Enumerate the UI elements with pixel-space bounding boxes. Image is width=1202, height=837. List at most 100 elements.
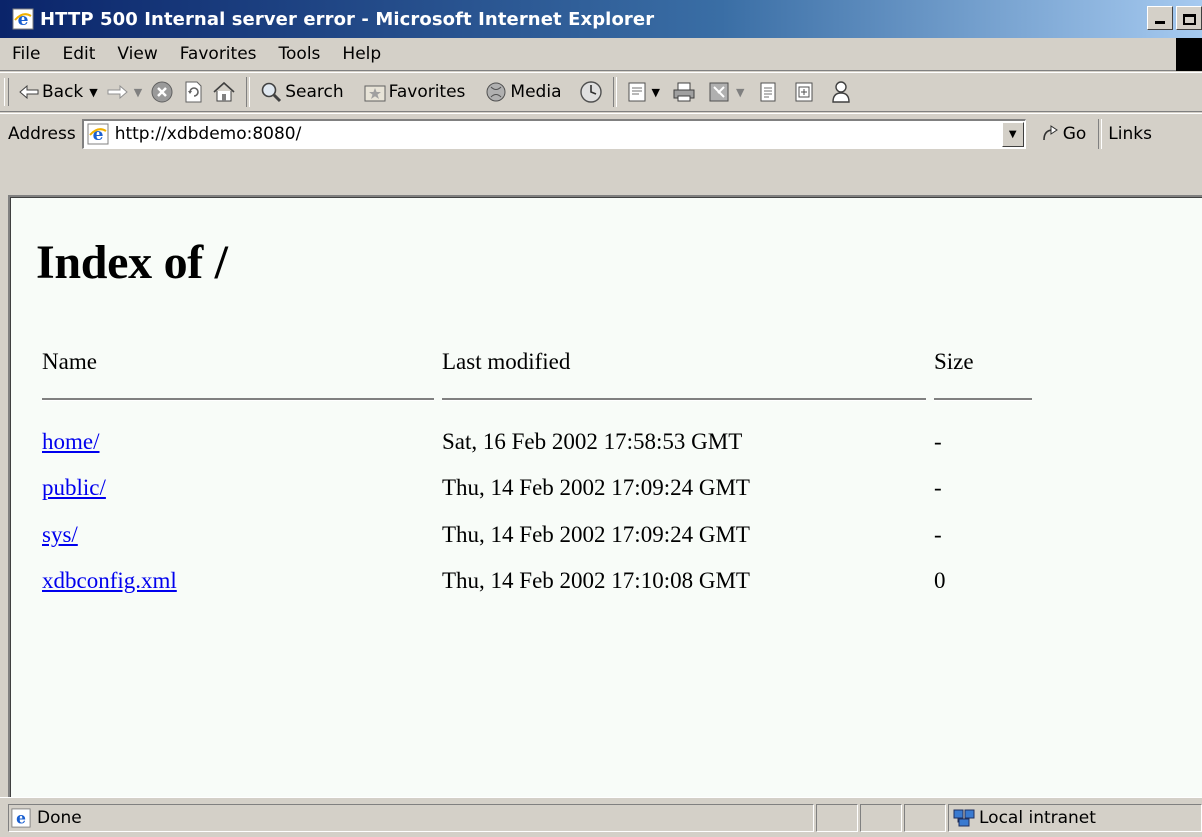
toolbar-grip[interactable] bbox=[4, 78, 9, 106]
favorites-button[interactable]: Favorites bbox=[360, 77, 470, 107]
maximize-icon bbox=[1182, 14, 1196, 25]
go-arrow-icon bbox=[1042, 124, 1058, 140]
toolbar-separator bbox=[246, 77, 251, 107]
links-button[interactable]: Links bbox=[1108, 124, 1152, 144]
search-button[interactable]: Search bbox=[256, 77, 347, 107]
back-button[interactable]: Back ▼ bbox=[15, 77, 102, 107]
links-separator bbox=[1098, 118, 1103, 149]
print-icon bbox=[673, 82, 695, 102]
forward-arrow-icon bbox=[107, 85, 128, 99]
messenger-icon bbox=[832, 81, 851, 103]
go-label: Go bbox=[1062, 123, 1087, 144]
favorites-label: Favorites bbox=[388, 82, 466, 102]
status-main-pane: e Done bbox=[8, 803, 814, 832]
file-link[interactable]: xdbconfig.xml bbox=[42, 568, 177, 593]
row-size: - bbox=[934, 429, 942, 454]
chevron-down-icon: ▼ bbox=[1008, 128, 1017, 140]
edit-dropdown-icon[interactable]: ▼ bbox=[736, 86, 744, 99]
mail-icon bbox=[628, 82, 646, 102]
svg-text:e: e bbox=[16, 808, 26, 827]
messenger-button[interactable] bbox=[826, 77, 856, 107]
mail-button[interactable]: ▼ bbox=[623, 77, 663, 107]
forward-dropdown-icon[interactable]: ▼ bbox=[134, 86, 142, 99]
discuss-icon bbox=[760, 82, 776, 102]
table-row: public/ bbox=[42, 475, 106, 501]
address-bar: Address e http://xdbdemo:8080/ ▼ Go Link… bbox=[0, 113, 1202, 153]
page-viewport[interactable]: Index of / Name Last modified Size home/… bbox=[8, 195, 1202, 797]
window-title-bar[interactable]: e HTTP 500 Internal server error - Micro… bbox=[0, 0, 1202, 38]
mail-dropdown-icon[interactable]: ▼ bbox=[651, 86, 659, 99]
file-link[interactable]: home/ bbox=[42, 429, 100, 454]
refresh-icon bbox=[185, 81, 202, 103]
search-label: Search bbox=[285, 82, 344, 102]
media-label: Media bbox=[510, 82, 562, 102]
go-button[interactable]: Go bbox=[1040, 123, 1087, 144]
header-rule bbox=[42, 398, 434, 401]
ie-logo-icon: e bbox=[12, 8, 34, 30]
research-button[interactable] bbox=[790, 77, 818, 107]
stop-button[interactable] bbox=[146, 77, 178, 107]
print-button[interactable] bbox=[668, 77, 700, 107]
menu-tools[interactable]: Tools bbox=[268, 44, 332, 64]
forward-button[interactable]: ▼ bbox=[102, 77, 146, 107]
column-header-name: Name bbox=[42, 349, 97, 374]
stop-icon bbox=[151, 81, 173, 103]
status-zone-pane[interactable]: Local intranet bbox=[948, 803, 1202, 832]
back-label: Back bbox=[42, 82, 84, 102]
address-input[interactable]: e http://xdbdemo:8080/ ▼ bbox=[81, 118, 1026, 149]
discuss-button[interactable] bbox=[754, 77, 782, 107]
ie-page-icon: e bbox=[11, 808, 31, 828]
ie-page-icon: e bbox=[87, 123, 109, 145]
research-icon bbox=[795, 82, 813, 102]
search-icon bbox=[261, 82, 282, 103]
menu-favorites[interactable]: Favorites bbox=[169, 44, 268, 64]
row-size: - bbox=[934, 522, 942, 547]
address-url[interactable]: http://xdbdemo:8080/ bbox=[115, 124, 302, 144]
media-icon bbox=[486, 82, 506, 102]
directory-listing: Index of / Name Last modified Size home/… bbox=[10, 197, 1202, 797]
table-row: sys/ bbox=[42, 522, 78, 548]
throbber-logo bbox=[1176, 38, 1202, 71]
maximize-button[interactable] bbox=[1176, 6, 1202, 30]
history-button[interactable] bbox=[575, 77, 607, 107]
menu-bar: File Edit View Favorites Tools Help bbox=[0, 38, 1202, 71]
row-size: 0 bbox=[934, 568, 946, 593]
menu-view[interactable]: View bbox=[106, 44, 168, 64]
menu-help[interactable]: Help bbox=[331, 44, 392, 64]
menu-file[interactable]: File bbox=[0, 44, 51, 64]
standard-toolbar: Back ▼ ▼ Search Favorites Media ▼ ▼ bbox=[0, 72, 1202, 112]
local-intranet-icon bbox=[953, 809, 975, 826]
back-dropdown-icon[interactable]: ▼ bbox=[89, 86, 97, 99]
window-title: HTTP 500 Internal server error - Microso… bbox=[40, 8, 655, 30]
minimize-button[interactable] bbox=[1147, 6, 1173, 30]
status-bar: e Done Local intranet bbox=[0, 797, 1202, 837]
svg-text:e: e bbox=[18, 10, 29, 30]
svg-text:e: e bbox=[92, 125, 103, 145]
table-row: xdbconfig.xml bbox=[42, 568, 177, 594]
edit-button[interactable]: ▼ bbox=[704, 77, 748, 107]
row-modified: Thu, 14 Feb 2002 17:10:08 GMT bbox=[442, 568, 750, 593]
back-arrow-icon bbox=[19, 85, 39, 99]
page-title: Index of / bbox=[36, 236, 228, 289]
address-dropdown-button[interactable]: ▼ bbox=[1001, 121, 1024, 147]
header-rule bbox=[934, 398, 1032, 401]
refresh-button[interactable] bbox=[178, 77, 208, 107]
file-link[interactable]: public/ bbox=[42, 475, 106, 500]
address-label: Address bbox=[8, 123, 76, 144]
minimize-icon bbox=[1155, 21, 1165, 24]
header-rule bbox=[442, 398, 926, 401]
row-modified: Thu, 14 Feb 2002 17:09:24 GMT bbox=[442, 522, 750, 547]
column-header-size: Size bbox=[934, 349, 974, 374]
menu-edit[interactable]: Edit bbox=[51, 44, 106, 64]
zone-label: Local intranet bbox=[979, 807, 1096, 828]
status-security-pane bbox=[860, 803, 902, 832]
row-size: - bbox=[934, 475, 942, 500]
status-privacy-pane bbox=[904, 803, 946, 832]
file-link[interactable]: sys/ bbox=[42, 522, 78, 547]
media-button[interactable]: Media bbox=[481, 77, 565, 107]
home-button[interactable] bbox=[208, 77, 240, 107]
status-progress-pane bbox=[816, 803, 858, 832]
home-icon bbox=[213, 81, 235, 102]
favorites-icon bbox=[364, 85, 386, 102]
row-modified: Thu, 14 Feb 2002 17:09:24 GMT bbox=[442, 475, 750, 500]
